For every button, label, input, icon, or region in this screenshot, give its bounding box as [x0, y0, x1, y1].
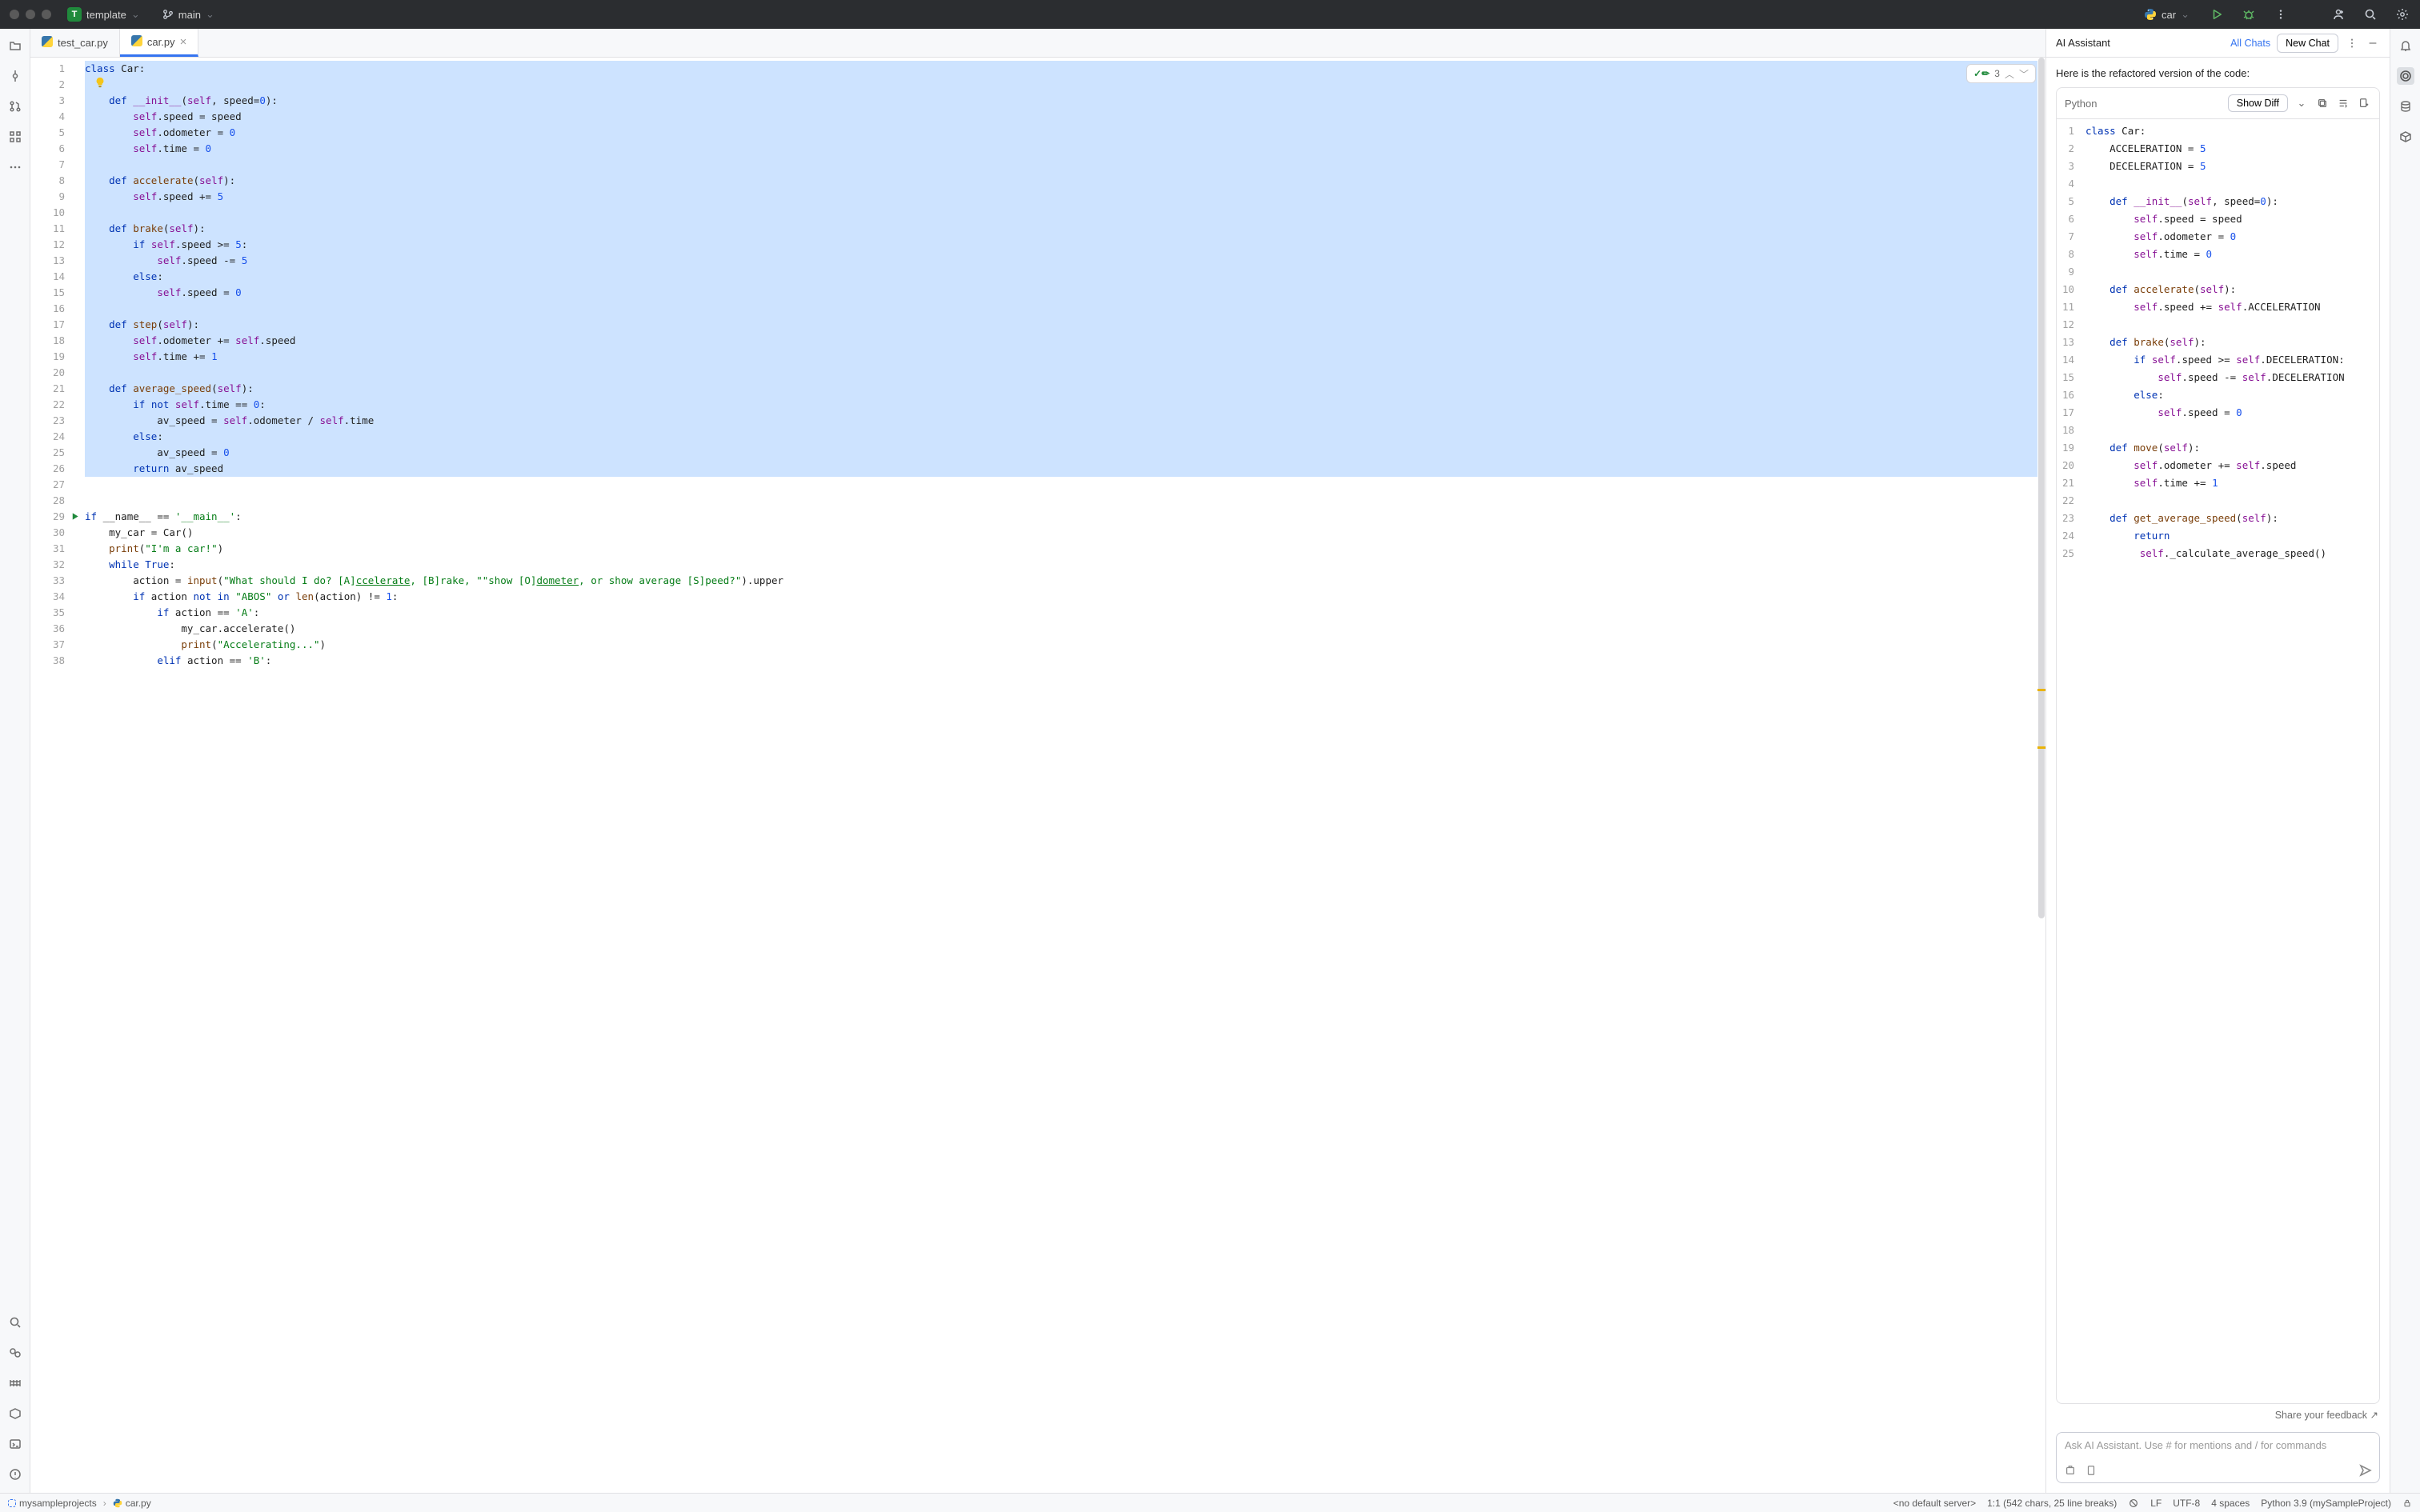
interpreter-label[interactable]: Python 3.9 (mySampleProject) [2261, 1498, 2391, 1509]
run-config-selector[interactable]: car ⌄ [2138, 6, 2196, 23]
editor-area: test_car.py car.py × 123456789101112131415… [30, 29, 2045, 1493]
ai-code-content[interactable]: class Car: ACCELERATION = 5 DECELERATION… [2081, 119, 2379, 1403]
editor-tabs: test_car.py car.py × [30, 29, 2045, 58]
problems-tool-icon[interactable] [6, 1466, 24, 1483]
python-console-tool-icon[interactable] [6, 1344, 24, 1362]
deployment-server-label[interactable]: <no default server> [1893, 1498, 1976, 1509]
ai-code-gutter: 1234567891011121314151617181920212223242… [2057, 119, 2081, 1403]
notifications-tool-icon[interactable] [2397, 37, 2414, 54]
ai-assistant-panel: AI Assistant All Chats New Chat Here is … [2045, 29, 2390, 1493]
fullscreen-window-button[interactable] [42, 10, 51, 19]
editor-code[interactable]: class Car: def __init__(self, speed=0): … [75, 58, 2045, 1493]
indent-label[interactable]: 4 spaces [2211, 1498, 2250, 1509]
minimize-window-button[interactable] [26, 10, 35, 19]
chevron-down-icon: ⌄ [2181, 8, 2190, 21]
branch-selector[interactable]: main ⌄ [156, 6, 221, 23]
scrollbar-thumb[interactable] [2038, 58, 2045, 918]
python-file-icon [42, 36, 53, 50]
more-tool-windows-icon[interactable] [6, 158, 24, 176]
status-bar: mysampleprojects › car.py <no default se… [0, 1493, 2420, 1512]
titlebar: T template ⌄ main ⌄ car ⌄ [0, 0, 2420, 29]
encoding-label[interactable]: UTF-8 [2173, 1498, 2200, 1509]
share-feedback-link[interactable]: Share your feedback ↗ [2046, 1404, 2390, 1426]
run-button[interactable] [2206, 3, 2228, 26]
ai-prompt-input[interactable]: Ask AI Assistant. Use # for mentions and… [2056, 1432, 2380, 1483]
ai-panel-title: AI Assistant [2056, 37, 2110, 49]
ai-code-block: Python Show Diff ⌄ 123456789101112131415… [2056, 87, 2380, 1404]
caret-position-label[interactable]: 1:1 (542 chars, 25 line breaks) [1987, 1498, 2117, 1509]
python-file-icon [131, 35, 142, 49]
editor-gutter[interactable]: 1234567891011121314151617181920212223242… [30, 58, 75, 1493]
search-everywhere-button[interactable] [2359, 3, 2382, 26]
more-actions-button[interactable] [2270, 3, 2292, 26]
branch-icon [162, 9, 174, 20]
insert-code-icon[interactable] [2336, 96, 2350, 110]
create-file-icon[interactable] [2357, 96, 2371, 110]
tab-label: test_car.py [58, 37, 108, 49]
window-controls [10, 10, 51, 19]
close-tab-icon[interactable]: × [180, 36, 187, 48]
commit-tool-icon[interactable] [6, 67, 24, 85]
ai-panel-header: AI Assistant All Chats New Chat [2046, 29, 2390, 58]
all-chats-link[interactable]: All Chats [2230, 38, 2270, 49]
chevron-up-icon[interactable]: ︿ [2005, 67, 2014, 81]
editor-tab[interactable]: car.py × [120, 29, 198, 57]
line-separator-label[interactable]: LF [2150, 1498, 2162, 1509]
code-with-me-button[interactable] [2327, 3, 2350, 26]
chevron-down-icon: ⌄ [206, 8, 214, 21]
ai-assistant-tool-icon[interactable] [2397, 67, 2414, 85]
inspections-widget[interactable]: ✓✏ 3 ︿ ﹀ [1966, 64, 2036, 83]
run-config-label: car [2162, 9, 2176, 21]
send-prompt-icon[interactable] [2358, 1463, 2373, 1478]
checkmark-icon: ✓✏ [1973, 68, 1989, 79]
ai-message-text: Here is the refactored version of the co… [2056, 67, 2380, 79]
readonly-lock-icon[interactable] [2402, 1498, 2412, 1508]
project-badge-icon: T [67, 7, 82, 22]
ai-code-language-label: Python [2065, 98, 2097, 110]
ai-prompt-placeholder: Ask AI Assistant. Use # for mentions and… [2065, 1439, 2326, 1451]
find-tool-icon[interactable] [6, 1314, 24, 1331]
project-selector[interactable]: T template ⌄ [61, 5, 146, 24]
python-icon [2144, 8, 2157, 21]
right-toolwindow-strip [2390, 29, 2420, 1493]
chevron-down-icon[interactable]: ⌄ [2294, 96, 2309, 110]
attach-file-icon[interactable] [2084, 1463, 2098, 1478]
debug-button[interactable] [2238, 3, 2260, 26]
editor-tab[interactable]: test_car.py [30, 29, 120, 57]
services-tool-icon[interactable] [6, 1405, 24, 1422]
pull-requests-tool-icon[interactable] [6, 98, 24, 115]
copy-code-icon[interactable] [2315, 96, 2330, 110]
structure-tool-icon[interactable] [6, 128, 24, 146]
project-root-icon [8, 1499, 16, 1507]
inspections-count: 3 [1994, 68, 2000, 79]
chevron-down-icon[interactable]: ﹀ [2019, 67, 2029, 81]
editor[interactable]: 1234567891011121314151617181920212223242… [30, 58, 2045, 1493]
project-name-label: template [86, 9, 126, 21]
settings-button[interactable] [2391, 3, 2414, 26]
branch-name-label: main [178, 9, 201, 21]
power-save-icon[interactable] [2128, 1498, 2139, 1509]
close-window-button[interactable] [10, 10, 19, 19]
left-toolwindow-strip [0, 29, 30, 1493]
show-diff-button[interactable]: Show Diff [2228, 94, 2288, 112]
editor-scrollbar[interactable] [2037, 58, 2045, 1493]
chevron-down-icon: ⌄ [131, 8, 140, 21]
new-chat-button[interactable]: New Chat [2277, 34, 2338, 53]
breadcrumb[interactable]: mysampleprojects › car.py [8, 1498, 151, 1509]
terminal-tool-icon[interactable] [6, 1435, 24, 1453]
project-tool-icon[interactable] [6, 37, 24, 54]
python-packages-tool-icon[interactable] [6, 1374, 24, 1392]
attach-context-icon[interactable] [2063, 1463, 2077, 1478]
minimize-panel-icon[interactable] [2366, 36, 2380, 50]
endpoints-tool-icon[interactable] [2397, 128, 2414, 146]
tab-label: car.py [147, 36, 175, 48]
more-menu-icon[interactable] [2345, 36, 2359, 50]
intention-bulb-icon[interactable] [94, 77, 106, 88]
python-icon [113, 1498, 122, 1508]
database-tool-icon[interactable] [2397, 98, 2414, 115]
